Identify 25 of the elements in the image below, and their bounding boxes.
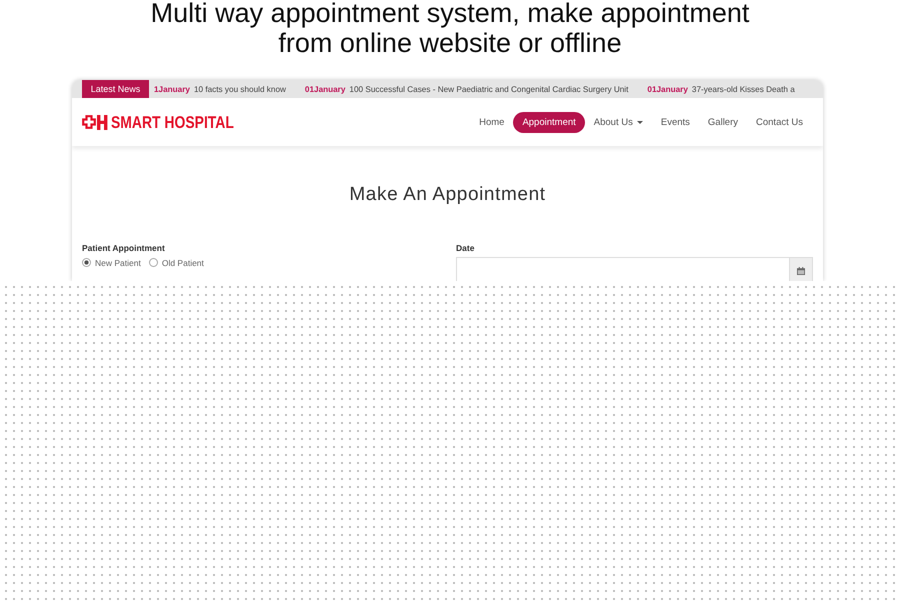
news-link[interactable]: 10 facts you should know	[194, 84, 286, 94]
radio-button[interactable]	[148, 258, 158, 267]
nav-link[interactable]: Home	[470, 112, 514, 132]
nav-link[interactable]: About Us	[584, 112, 652, 132]
nav-link[interactable]: Appointment	[513, 112, 585, 132]
field-label: Patient Appointment	[82, 243, 166, 253]
nav-link[interactable]: Gallery	[698, 112, 747, 132]
news-date: 01January	[647, 84, 688, 94]
medical-cross-icon	[82, 114, 108, 130]
radio-label[interactable]: Old Patient	[162, 258, 204, 268]
page-heading: Multi way appointment system, make appointment from online website or offline	[150, 0, 750, 58]
nav-link[interactable]: Events	[652, 112, 699, 132]
news-date: 01January	[304, 84, 346, 94]
form-title: Make An Appointment	[348, 183, 547, 207]
field-label: Date	[456, 243, 476, 253]
nav-link[interactable]: Contact Us	[747, 112, 812, 132]
logo-text[interactable]: SMART HOSPITAL	[111, 114, 234, 130]
calendar-icon	[797, 267, 805, 275]
calendar-button[interactable]	[789, 258, 812, 281]
radio-button[interactable]	[82, 258, 91, 267]
news-label: Latest News	[82, 80, 149, 98]
radio-label[interactable]: New Patient	[95, 258, 141, 268]
news-date: 1January	[154, 84, 190, 94]
news-link[interactable]: 100 Successful Cases - New Paediatric and Congenital Cardiac Surgery Unit	[349, 84, 628, 94]
news-link[interactable]: 37-years-old Kisses Death a	[692, 84, 795, 94]
